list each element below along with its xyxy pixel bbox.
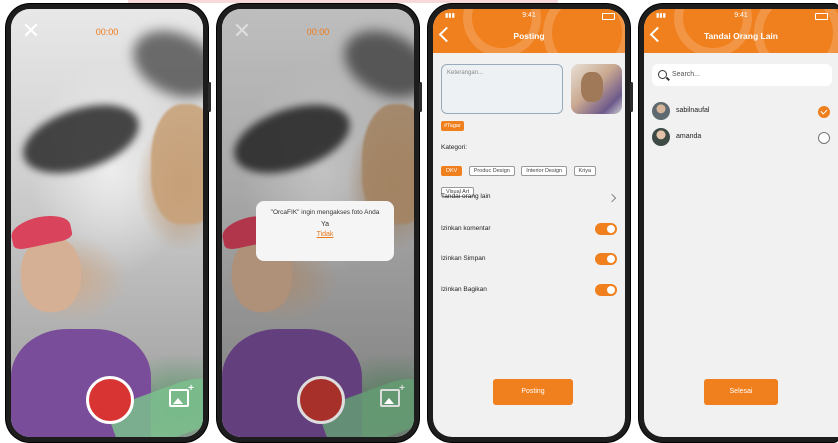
chevron-right-icon — [607, 193, 617, 203]
avatar — [652, 102, 670, 120]
search-placeholder: Search... — [672, 71, 701, 78]
category-label: Kategori: — [441, 144, 468, 151]
search-icon — [658, 70, 667, 79]
camera-preview — [11, 9, 203, 437]
record-timer: 00:00 — [306, 27, 330, 37]
search-input[interactable]: Search... — [652, 64, 832, 86]
battery-icon — [602, 13, 615, 20]
category-chip-kriya[interactable]: Kriya — [573, 166, 597, 176]
allow-button[interactable]: Ya — [256, 221, 394, 228]
allow-comment-row: Izinkan komentar — [441, 223, 617, 239]
status-time: 9:41 — [734, 12, 748, 19]
category-chip-product-design[interactable]: Produc Design — [468, 166, 515, 176]
phone-posting: ▮▮▮ 9:41 Posting Keterangan... #Tagar Ka… — [428, 4, 633, 442]
category-chip-dkv[interactable]: DKV — [441, 166, 463, 176]
camera-screen: ✕ 00:00 + — [11, 9, 203, 437]
selected-check-icon[interactable] — [818, 106, 830, 118]
allow-share-label: Izinkan Bagikan — [441, 286, 487, 293]
allow-comment-label: Izinkan komentar — [441, 225, 491, 232]
user-name: sabilnaufal — [676, 107, 710, 114]
allow-save-row: Izinkan Simpan — [441, 253, 617, 269]
avatar — [652, 128, 670, 146]
user-row[interactable]: amanda — [652, 128, 830, 148]
user-name: amanda — [676, 133, 702, 140]
gallery-icon[interactable]: + — [380, 383, 405, 407]
allow-share-toggle[interactable] — [595, 284, 617, 296]
allow-comment-toggle[interactable] — [595, 223, 617, 235]
deny-button[interactable]: Tidak — [256, 231, 394, 238]
allow-share-row: Izinkan Bagikan — [441, 284, 617, 300]
shutter-button[interactable] — [297, 376, 345, 424]
dialog-message: "OrcaFIK" ingin mengakses foto Anda — [270, 209, 380, 216]
photo-thumbnail — [571, 64, 622, 114]
posting-screen: ▮▮▮ 9:41 Posting Keterangan... #Tagar Ka… — [433, 9, 625, 437]
record-timer: 00:00 — [95, 27, 119, 37]
tag-people-label: Tandai orang lain — [441, 193, 491, 200]
phone-permission: ✕ 00:00 + "OrcaFIK" ingin mengakses foto… — [217, 4, 422, 442]
permission-dialog: "OrcaFIK" ingin mengakses foto Anda Ya T… — [256, 201, 394, 261]
page-title: Tandai Orang Lain — [704, 31, 778, 41]
battery-icon — [815, 13, 828, 20]
phone-tag-people: ▮▮▮ 9:41 Tandai Orang Lain Search... sab… — [639, 4, 838, 442]
shutter-button[interactable] — [86, 376, 134, 424]
gallery-icon[interactable]: + — [169, 383, 194, 407]
allow-save-toggle[interactable] — [595, 253, 617, 265]
tag-people-screen: ▮▮▮ 9:41 Tandai Orang Lain Search... sab… — [644, 9, 838, 437]
top-accent-bar — [128, 0, 558, 3]
category-chip-interior-design[interactable]: Interior Design — [521, 166, 568, 176]
app-header: ▮▮▮ 9:41 Posting — [433, 9, 625, 53]
permission-screen: ✕ 00:00 + "OrcaFIK" ingin mengakses foto… — [222, 9, 414, 437]
description-input[interactable]: Keterangan... — [441, 64, 563, 114]
unselected-radio-icon[interactable] — [818, 132, 830, 144]
status-time: 9:41 — [522, 12, 536, 19]
done-button[interactable]: Selesai — [704, 379, 778, 405]
allow-save-label: Izinkan Simpan — [441, 255, 486, 262]
user-row[interactable]: sabilnaufal — [652, 102, 830, 122]
posting-button[interactable]: Posting — [493, 379, 573, 405]
app-header: ▮▮▮ 9:41 Tandai Orang Lain — [644, 9, 838, 53]
hashtag-button[interactable]: #Tagar — [441, 121, 464, 131]
tag-people-row[interactable]: Tandai orang lain — [441, 193, 617, 207]
page-title: Posting — [513, 31, 545, 41]
phone-camera: ✕ 00:00 + — [6, 4, 211, 442]
